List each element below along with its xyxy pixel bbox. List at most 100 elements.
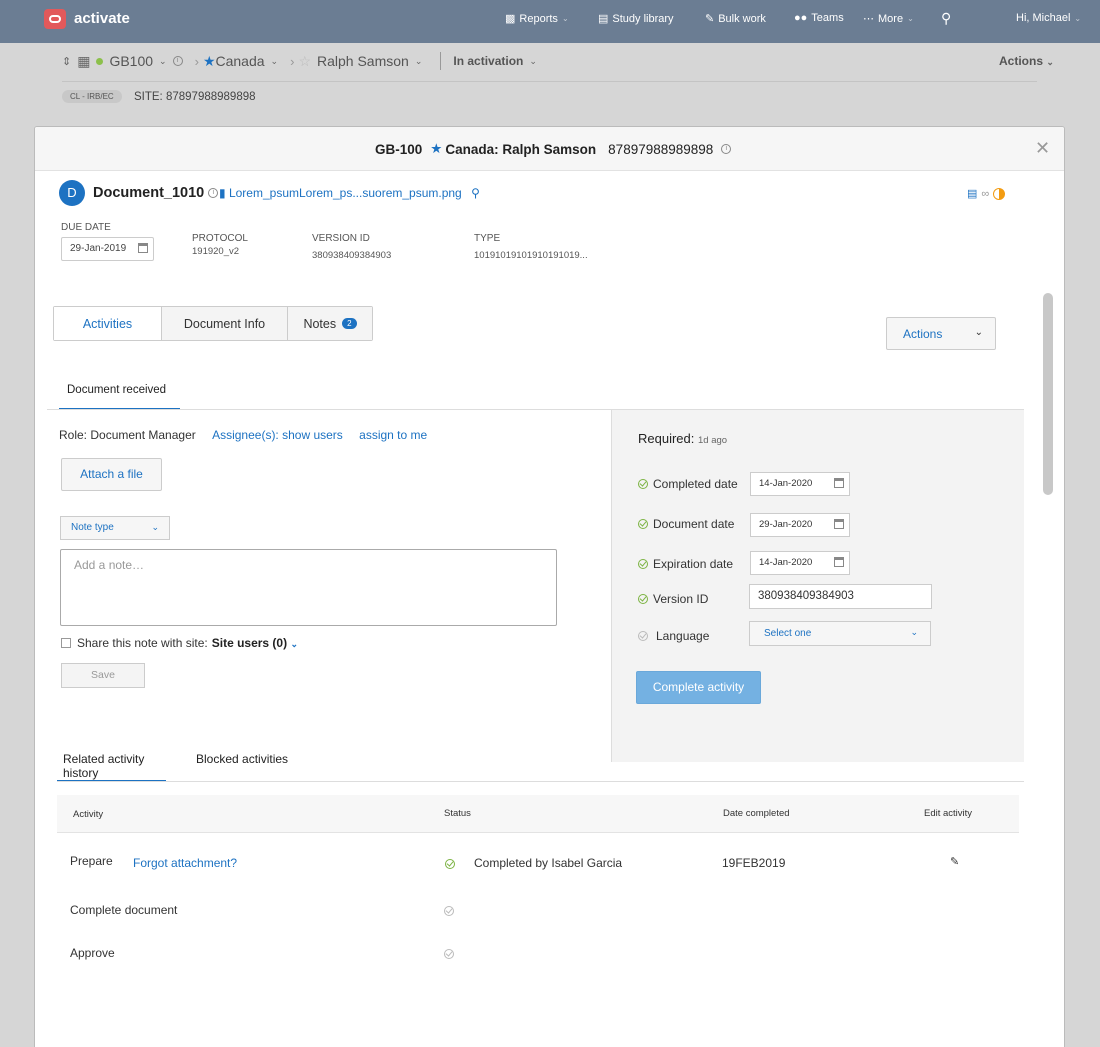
chevron-down-icon: ⌄ — [910, 627, 918, 637]
divider — [57, 781, 1024, 782]
chevron-down-icon: ⌄ — [1046, 57, 1054, 67]
version-id-input[interactable]: 380938409384903 — [749, 584, 932, 609]
chevron-down-icon: ⌄ — [907, 14, 914, 23]
modal-scrollbar[interactable] — [1043, 293, 1053, 495]
site-id: 87897988989898 — [165, 91, 256, 103]
col-activity: Activity — [73, 809, 104, 820]
chevron-down-icon[interactable]: ⌄ — [415, 56, 423, 67]
protocol-label: PROTOCOL — [192, 233, 248, 244]
document-date-field[interactable]: 29-Jan-2020 — [750, 513, 850, 537]
paperclip-icon[interactable]: ∞ — [981, 188, 989, 200]
tab-activities[interactable]: Activities — [54, 307, 162, 340]
required-label: Required: — [638, 431, 695, 446]
chevron-down-icon[interactable]: ⌄ — [271, 56, 279, 67]
tab-blocked-activities[interactable]: Blocked activities — [190, 744, 294, 782]
info-icon[interactable]: i — [208, 188, 219, 199]
share-users-label: Site users (0) — [211, 636, 288, 650]
star-icon: ★ — [430, 141, 443, 156]
pencil-icon: ✎ — [705, 13, 715, 25]
language-select[interactable]: Select one ⌄ — [749, 621, 931, 646]
bar-chart-icon: ▩ — [505, 13, 516, 25]
expiration-date-field[interactable]: 14-Jan-2020 — [750, 551, 850, 575]
grid-icon[interactable]: ▦ — [77, 53, 90, 70]
status-dropdown[interactable]: In activation — [453, 54, 523, 68]
completed-date-value: 14-Jan-2020 — [759, 478, 813, 489]
header-actions-menu[interactable]: Actions ⌄ — [999, 54, 1054, 68]
brand-name[interactable]: activate — [74, 10, 130, 27]
completed-date-field[interactable]: 14-Jan-2020 — [750, 472, 850, 496]
activity-name: Complete document — [70, 903, 178, 917]
chevron-right-icon: › — [290, 53, 295, 69]
show-users-link[interactable]: Assignee(s): show users — [212, 428, 343, 442]
share-users-dropdown[interactable]: Site users (0) ⌄ — [212, 636, 298, 650]
note-type-select[interactable]: Note type ⌄ — [60, 516, 170, 540]
nav-label: Reports — [519, 12, 558, 25]
note-textarea[interactable] — [60, 549, 557, 626]
calendar-icon[interactable] — [834, 519, 844, 529]
avatar: D — [59, 180, 85, 206]
completed-date-label: Completed date — [653, 477, 738, 491]
crumb-site[interactable]: Ralph Samson — [317, 53, 409, 69]
calendar-icon[interactable] — [834, 557, 844, 567]
sort-icon[interactable]: ⇕ — [62, 55, 71, 68]
subtab-document-received[interactable]: Document received — [59, 371, 180, 410]
due-date-value: 29-Jan-2019 — [70, 243, 127, 254]
check-circle-icon — [638, 479, 648, 489]
document-file-link[interactable]: ▮ Lorem_psumLorem_ps...suorem_psum.png ⚲ — [219, 186, 480, 200]
calendar-icon[interactable] — [834, 478, 844, 488]
note-icon[interactable]: ▤ — [967, 187, 977, 200]
nav-bulk-work[interactable]: ✎ Bulk work — [705, 12, 766, 26]
activity-name: Approve — [70, 946, 115, 960]
modal-title-study: GB-100 — [375, 141, 423, 157]
info-icon[interactable]: i — [172, 56, 183, 66]
nav-more[interactable]: ⋯ More ⌄ — [863, 12, 914, 26]
actions-dropdown[interactable]: Actions ⌄ — [886, 317, 996, 350]
protocol-value: 191920_v2 — [192, 246, 240, 257]
assign-to-me-link[interactable]: assign to me — [359, 428, 427, 442]
breadcrumb: ⇕ ▦ GB100 ⌄ i › ★ Canada ⌄ › ☆ Ralph Sam… — [62, 52, 543, 70]
logo-icon[interactable] — [44, 9, 66, 29]
chevron-down-icon: ⌄ — [974, 327, 983, 338]
tab-notes[interactable]: Notes 2 — [288, 307, 372, 340]
save-button[interactable]: Save — [61, 663, 145, 688]
crumb-country[interactable]: Canada — [216, 53, 265, 69]
tab-related-activity-history[interactable]: Related activity history — [57, 744, 166, 782]
document-date-row: Document date — [638, 517, 734, 531]
language-value: Select one — [764, 628, 812, 639]
star-icon[interactable]: ★ — [203, 53, 216, 70]
star-outline-icon[interactable]: ☆ — [298, 53, 311, 70]
chevron-down-icon[interactable]: ⌄ — [529, 56, 537, 67]
required-heading: Required: 1d ago — [638, 431, 727, 446]
chevron-down-icon[interactable]: ⌄ — [159, 56, 167, 67]
share-text: Share this note with site: — [77, 636, 208, 650]
search-icon[interactable]: ⚲ — [471, 186, 480, 200]
crumb-study[interactable]: GB100 — [109, 53, 153, 69]
forgot-attachment-link[interactable]: Forgot attachment? — [133, 856, 237, 870]
chevron-down-icon: ⌄ — [561, 14, 569, 23]
tab-document-info[interactable]: Document Info — [162, 307, 288, 340]
history-tabs: Related activity history Blocked activit… — [57, 744, 318, 782]
tab-notes-label: Notes — [303, 316, 337, 331]
document-status-icons: ▤ ∞ — [967, 187, 1006, 200]
nav-reports[interactable]: ▩ Reports ⌄ — [505, 12, 569, 26]
nav-study-library[interactable]: ▤ Study library — [598, 12, 674, 26]
required-fields-pane: Required: 1d ago Completed date 14-Jan-2… — [611, 410, 1024, 762]
activity-status: Completed by Isabel Garcia — [474, 856, 623, 870]
complete-activity-button[interactable]: Complete activity — [636, 671, 761, 704]
modal-title-site: Canada: Ralph Samson — [445, 141, 597, 157]
close-icon[interactable]: ✕ — [1035, 138, 1050, 159]
user-menu[interactable]: Hi, Michael ⌄ — [1016, 12, 1081, 24]
modal-title: GB-100 ★ Canada: Ralph Samson 8789798898… — [375, 141, 732, 157]
search-icon[interactable]: ⚲ — [941, 10, 951, 27]
document-date-value: 29-Jan-2020 — [759, 519, 813, 530]
calendar-icon[interactable] — [138, 243, 148, 253]
due-date-field[interactable]: 29-Jan-2019 — [61, 237, 154, 261]
nav-teams[interactable]: ●● Teams — [794, 12, 844, 24]
share-checkbox[interactable] — [61, 638, 71, 648]
attach-file-button[interactable]: Attach a file — [61, 458, 162, 491]
info-icon[interactable]: i — [721, 144, 732, 154]
edit-pencil-icon[interactable]: ✎ — [950, 855, 959, 868]
nav-label: Study library — [612, 12, 674, 25]
nav-label: More — [878, 12, 904, 25]
more-icon: ⋯ — [863, 13, 874, 25]
